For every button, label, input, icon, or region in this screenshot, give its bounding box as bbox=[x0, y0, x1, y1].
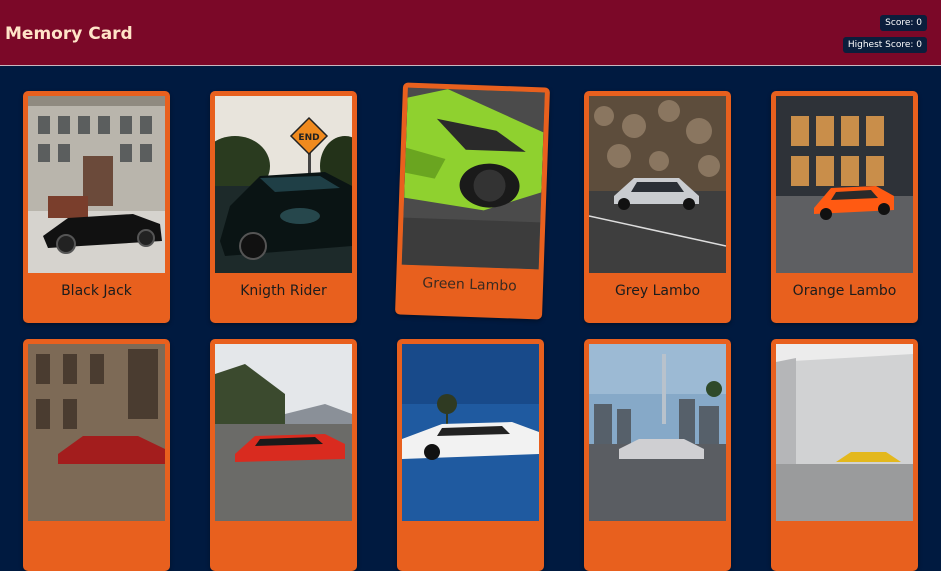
memory-card[interactable]: Green Lambo bbox=[394, 82, 551, 320]
car-photo bbox=[402, 344, 539, 521]
card-name: Black Jack bbox=[61, 283, 132, 299]
card-grid: Black Jack END Knigth Rider Green Lambo … bbox=[0, 67, 941, 571]
memory-card[interactable]: Black Jack bbox=[23, 91, 170, 323]
highest-score-badge: Highest Score: 0 bbox=[842, 37, 927, 53]
car-photo bbox=[589, 344, 726, 521]
memory-card[interactable] bbox=[771, 339, 918, 571]
car-photo-black-jack bbox=[28, 96, 165, 273]
car-photo-green-lambo bbox=[401, 87, 545, 270]
score-badge: Score: 0 bbox=[880, 15, 927, 31]
card-name: Knigth Rider bbox=[240, 283, 327, 299]
memory-card[interactable] bbox=[210, 339, 357, 571]
memory-card[interactable]: Orange Lambo bbox=[771, 91, 918, 323]
memory-card[interactable]: Grey Lambo bbox=[584, 91, 731, 323]
app-header: Memory Card Score: 0 Highest Score: 0 bbox=[0, 0, 941, 66]
svg-text:END: END bbox=[298, 133, 319, 143]
card-name: Green Lambo bbox=[422, 275, 517, 295]
memory-card[interactable]: END Knigth Rider bbox=[210, 91, 357, 323]
card-name: Grey Lambo bbox=[614, 283, 701, 299]
car-photo bbox=[28, 344, 165, 521]
car-photo-grey-lambo bbox=[589, 96, 726, 273]
car-photo bbox=[215, 344, 352, 521]
car-photo-knight-rider: END bbox=[215, 96, 352, 273]
memory-card[interactable] bbox=[584, 339, 731, 571]
car-photo bbox=[776, 344, 913, 521]
app-title: Memory Card bbox=[5, 24, 133, 44]
memory-card[interactable] bbox=[397, 339, 544, 571]
memory-card[interactable] bbox=[23, 339, 170, 571]
car-photo-orange-lambo bbox=[776, 96, 913, 273]
card-name: Orange Lambo bbox=[792, 283, 897, 299]
